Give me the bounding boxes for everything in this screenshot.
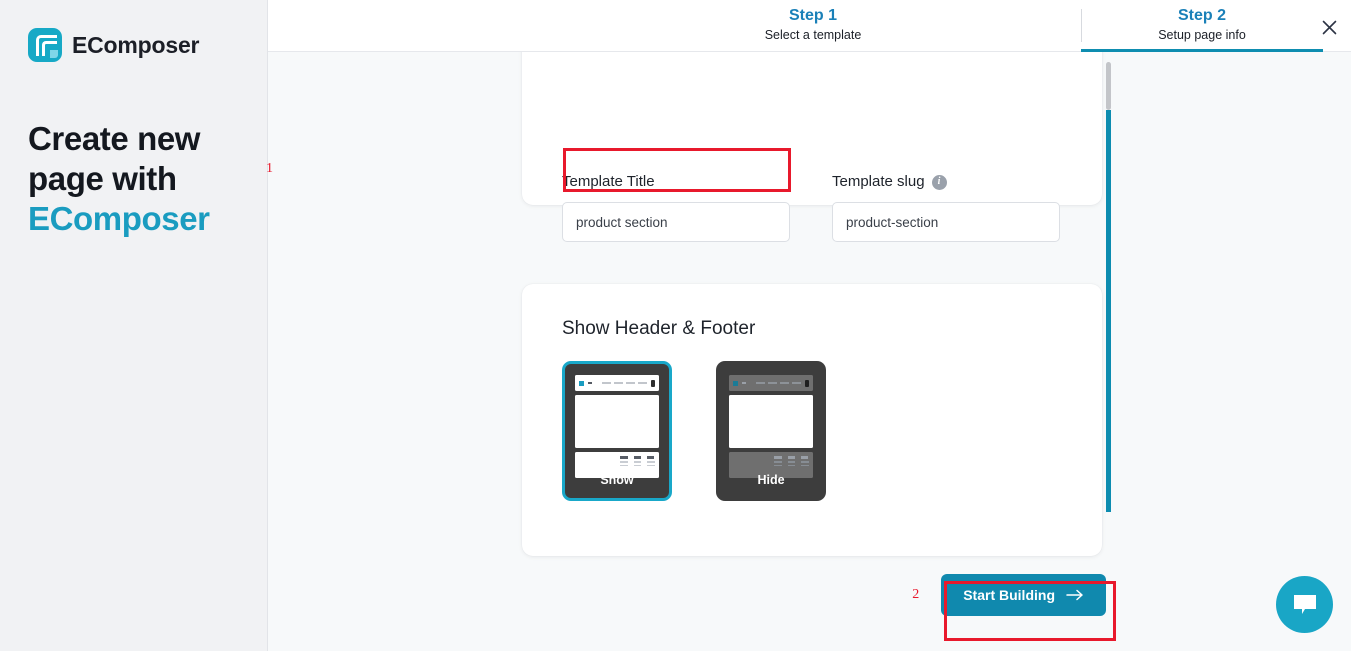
step-2-title: Step 2 (1177, 7, 1226, 24)
info-icon[interactable]: i (931, 174, 947, 190)
option-hide-header-footer[interactable]: Hide (716, 361, 826, 501)
template-title-field-group: Template Title (562, 172, 790, 242)
thumb-hide-header (729, 375, 813, 391)
thumb-show-body (575, 395, 659, 448)
template-slug-label: Template slug (832, 173, 925, 190)
scrollbar-thumb[interactable] (1106, 62, 1111, 110)
template-title-input[interactable] (562, 202, 790, 242)
template-title-label: Template Title (562, 173, 655, 190)
scroll-content: Template Title Template slug i Show Head… (268, 52, 1351, 651)
header-footer-heading: Show Header & Footer (562, 318, 756, 339)
brand-name: EComposer (72, 31, 200, 58)
scroll-progress-bar (1106, 110, 1111, 512)
option-hide-label: Hide (757, 473, 785, 487)
chat-bubble-icon (1292, 593, 1318, 617)
annotation-marker-2: 2 (912, 587, 920, 602)
step-2-subtitle: Setup page info (1158, 28, 1246, 42)
step-1-subtitle: Select a template (764, 28, 862, 42)
tab-step-1[interactable]: Step 1 Select a template (545, 0, 1081, 52)
stepper-header: Step 1 Select a template Step 2 Setup pa… (268, 0, 1351, 52)
headline-accent: EComposer (28, 200, 210, 237)
create-page-modal: EComposer Create new page with EComposer… (0, 0, 1351, 651)
option-show-header-footer[interactable]: Show (562, 361, 672, 501)
thumb-show-header (575, 375, 659, 391)
template-info-card: Template Title Template slug i (522, 52, 1102, 242)
header-footer-card: Show Header & Footer Show Hide (522, 284, 1102, 556)
start-building-button[interactable]: Start Building (941, 574, 1106, 616)
headline-line-2: page with (28, 160, 177, 197)
main-panel: Step 1 Select a template Step 2 Setup pa… (268, 0, 1351, 651)
stepper: Step 1 Select a template Step 2 Setup pa… (268, 0, 1351, 52)
template-slug-input[interactable] (832, 202, 1060, 242)
cta-row: 2 Start Building (268, 574, 1106, 616)
arrow-right-icon (1066, 589, 1084, 601)
header-footer-options: Show Hide (562, 361, 826, 501)
sidebar: EComposer Create new page with EComposer (0, 0, 268, 651)
ecomposer-logo-icon (28, 28, 62, 62)
chat-widget-button[interactable] (1276, 576, 1333, 633)
headline-line-1: Create new (28, 120, 201, 157)
brand: EComposer (0, 0, 267, 62)
template-slug-label-row: Template slug i (832, 172, 1060, 192)
step-1-title: Step 1 (788, 7, 837, 24)
template-fields-row: Template Title Template slug i (562, 172, 1060, 242)
start-building-label: Start Building (963, 587, 1055, 603)
template-slug-field-group: Template slug i (832, 172, 1060, 242)
option-show-label: Show (600, 473, 634, 487)
thumb-hide-body (729, 395, 813, 448)
tab-step-2[interactable]: Step 2 Setup page info (1081, 0, 1323, 52)
close-button[interactable] (1314, 12, 1344, 42)
close-icon (1322, 20, 1337, 35)
annotation-marker-1: 1 (266, 161, 273, 176)
page-title: Create new page with EComposer (28, 119, 243, 239)
